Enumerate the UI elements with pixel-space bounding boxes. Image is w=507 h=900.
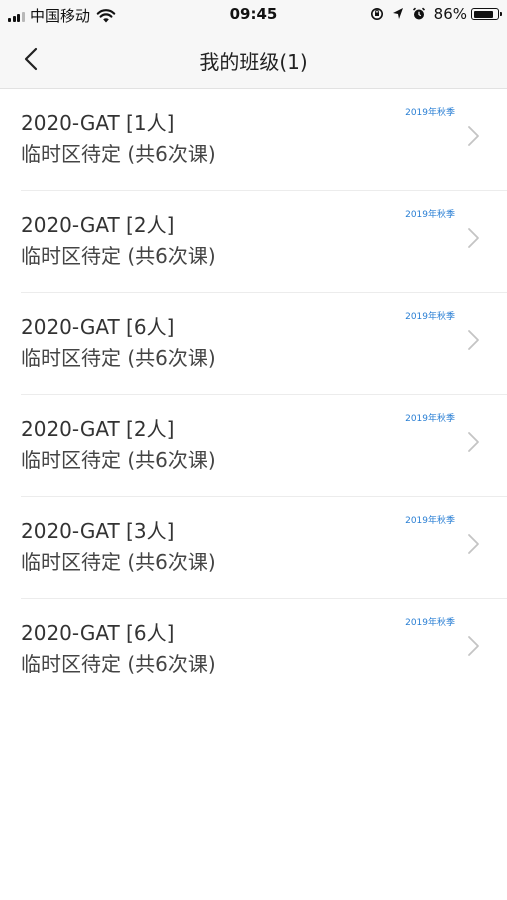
class-list-item[interactable]: 2020-GAT [1人] 临时区待定 (共6次课) 2019年秋季 <box>21 89 507 191</box>
season-tag: 2019年秋季 <box>405 516 455 526</box>
battery-percentage: 86% <box>433 5 467 23</box>
class-list-item[interactable]: 2020-GAT [2人] 临时区待定 (共6次课) 2019年秋季 <box>21 191 507 293</box>
class-name: 2020-GAT [2人] <box>21 213 175 237</box>
class-schedule: 临时区待定 (共6次课) <box>21 652 216 676</box>
class-schedule: 临时区待定 (共6次课) <box>21 142 216 166</box>
chevron-right-icon <box>468 330 479 350</box>
class-name: 2020-GAT [2人] <box>21 417 175 441</box>
season-tag: 2019年秋季 <box>405 618 455 628</box>
season-tag: 2019年秋季 <box>405 210 455 220</box>
chevron-right-icon <box>468 432 479 452</box>
class-schedule: 临时区待定 (共6次课) <box>21 550 216 574</box>
class-list-item[interactable]: 2020-GAT [6人] 临时区待定 (共6次课) 2019年秋季 <box>21 293 507 395</box>
class-name: 2020-GAT [3人] <box>21 519 175 543</box>
chevron-right-icon <box>468 126 479 146</box>
class-name: 2020-GAT [1人] <box>21 111 175 135</box>
battery-icon <box>471 8 502 20</box>
season-tag: 2019年秋季 <box>405 414 455 424</box>
class-list-item[interactable]: 2020-GAT [2人] 临时区待定 (共6次课) 2019年秋季 <box>21 395 507 497</box>
class-schedule: 临时区待定 (共6次课) <box>21 244 216 268</box>
class-list-item[interactable]: 2020-GAT [3人] 临时区待定 (共6次课) 2019年秋季 <box>21 497 507 599</box>
class-name: 2020-GAT [6人] <box>21 621 175 645</box>
class-list-item[interactable]: 2020-GAT [6人] 临时区待定 (共6次课) 2019年秋季 <box>21 599 507 700</box>
page-title: 我的班级(1) <box>199 50 308 74</box>
navigation-bar: 我的班级(1) <box>0 30 507 89</box>
status-bar: 中国移动 09:45 86% <box>0 0 507 30</box>
class-schedule: 临时区待定 (共6次课) <box>21 448 216 472</box>
class-name: 2020-GAT [6人] <box>21 315 175 339</box>
season-tag: 2019年秋季 <box>405 108 455 118</box>
chevron-right-icon <box>468 534 479 554</box>
class-schedule: 临时区待定 (共6次课) <box>21 346 216 370</box>
location-arrow-icon <box>392 8 403 19</box>
orientation-lock-icon <box>370 8 383 20</box>
status-right: 86% <box>370 5 502 23</box>
chevron-right-icon <box>468 636 479 656</box>
chevron-right-icon <box>468 228 479 248</box>
class-list: 2020-GAT [1人] 临时区待定 (共6次课) 2019年秋季 2020-… <box>0 89 507 700</box>
alarm-icon <box>412 7 425 20</box>
season-tag: 2019年秋季 <box>405 312 455 322</box>
